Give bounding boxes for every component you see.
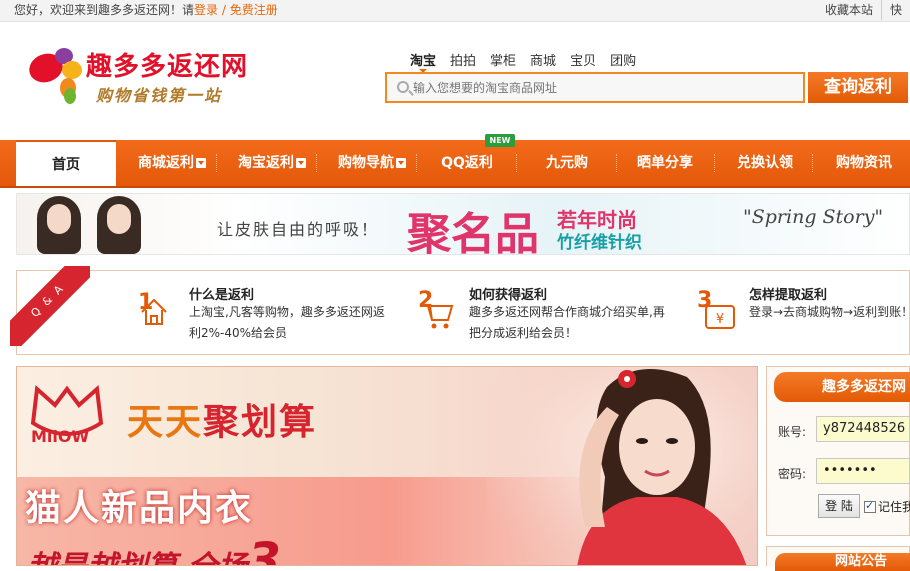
search-tab-taobao[interactable]: 淘宝 bbox=[410, 50, 436, 73]
site-logo[interactable]: 趣多多返还网 购物省钱第一站 bbox=[28, 44, 268, 108]
qa-number: 3 bbox=[697, 288, 713, 313]
banner-tagline: 让皮肤自由的呼吸！ bbox=[217, 220, 380, 239]
qa-ribbon: Q & A bbox=[10, 266, 90, 346]
link-separator: / bbox=[218, 3, 230, 17]
password-label: 密码: bbox=[778, 467, 807, 481]
search-tab-group[interactable]: 团购 bbox=[610, 50, 636, 69]
login-link[interactable]: 登录 bbox=[194, 3, 218, 17]
search-tab-paipai[interactable]: 拍拍 bbox=[450, 50, 476, 69]
new-badge: NEW bbox=[485, 134, 515, 147]
register-link[interactable]: 免费注册 bbox=[230, 3, 278, 17]
promo-banner[interactable]: MiiOW 天天聚划算 猫人新品内衣 越是越划算 全场3 bbox=[16, 366, 758, 566]
search-tabs: 淘宝 拍拍 掌柜 商城 宝贝 团购 bbox=[410, 50, 650, 73]
nav-divider bbox=[516, 154, 517, 172]
nav-divider bbox=[812, 154, 813, 172]
notice-panel: 网站公告 bbox=[766, 546, 910, 571]
nav-item-label: 晒单分享 bbox=[637, 155, 693, 171]
nav-divider bbox=[316, 154, 317, 172]
butterfly-logo-icon bbox=[29, 48, 82, 104]
search-icon bbox=[397, 81, 409, 93]
nav-item-home[interactable]: 首页 bbox=[16, 140, 116, 186]
qa-title: 如何获得返利 bbox=[469, 288, 548, 303]
promo-headline: 猫人新品内衣 bbox=[25, 488, 254, 529]
top-bar: 您好，欢迎来到趣多多返还网！请登录 / 免费注册 收藏本站快 bbox=[0, 0, 910, 22]
search-box bbox=[385, 72, 805, 103]
logo-title: 趣多多返还网 bbox=[86, 52, 249, 82]
remember-checkbox[interactable] bbox=[864, 499, 876, 513]
nav-item-taobao-rebate[interactable]: 淘宝返利 bbox=[228, 140, 316, 186]
notice-panel-title: 网站公告 bbox=[775, 553, 910, 571]
bookmark-link[interactable]: 收藏本站 bbox=[817, 0, 881, 20]
qa-title: 什么是返利 bbox=[189, 288, 255, 303]
promo-title-a: 天天 bbox=[127, 402, 204, 443]
qa-ribbon-label: Q & A bbox=[10, 266, 90, 346]
nav-item-share[interactable]: 晒单分享 bbox=[620, 140, 710, 186]
qa-description: 趣多多返还网帮合作商城介绍买单,再把分成返利给会员！ bbox=[469, 305, 665, 340]
quick-link[interactable]: 快 bbox=[880, 0, 910, 20]
nav-item-label: 首页 bbox=[52, 157, 80, 173]
search-input[interactable] bbox=[413, 78, 793, 98]
remember-label: 记住我 bbox=[878, 500, 910, 514]
nav-item-label: QQ返利 bbox=[441, 155, 493, 171]
nav-item-label: 商城返利 bbox=[138, 155, 194, 171]
nav-item-exchange[interactable]: 兑换认领 bbox=[720, 140, 810, 186]
qa-number: 1 bbox=[138, 290, 154, 315]
nav-item-news[interactable]: 购物资讯 bbox=[818, 140, 910, 186]
account-label: 账号: bbox=[778, 425, 807, 439]
search-tab-zhanggui[interactable]: 掌柜 bbox=[490, 50, 516, 69]
nav-item-shopping-guide[interactable]: 购物导航 bbox=[328, 140, 416, 186]
model-photo bbox=[89, 194, 149, 254]
nav-divider bbox=[616, 154, 617, 172]
login-panel-title: 趣多多返还网 bbox=[774, 372, 910, 402]
search-tab-item[interactable]: 宝贝 bbox=[570, 50, 596, 69]
nav-divider bbox=[216, 154, 217, 172]
greeting-text: 您好，欢迎来到趣多多返还网！请 bbox=[14, 3, 195, 17]
promo-title: 天天聚划算 bbox=[127, 393, 317, 445]
nav-divider bbox=[714, 154, 715, 172]
nav-item-label: 兑换认领 bbox=[737, 155, 793, 171]
promo-title-b: 聚划算 bbox=[203, 402, 318, 443]
promo-subline: 越是越划算 全场3 bbox=[27, 533, 281, 566]
top-bar-right: 收藏本站快 bbox=[817, 0, 910, 20]
nav-item-nine-yuan[interactable]: 九元购 bbox=[520, 140, 614, 186]
top-bar-left: 您好，欢迎来到趣多多返还网！请登录 / 免费注册 bbox=[14, 0, 278, 20]
banner-spring-text: "Spring Story" bbox=[743, 206, 884, 228]
promo-brand: MiiOW bbox=[31, 427, 90, 446]
logo-slogan: 购物省钱第一站 bbox=[96, 86, 223, 105]
nav-item-mall-rebate[interactable]: 商城返利 bbox=[128, 140, 216, 186]
nav-item-label: 九元购 bbox=[546, 155, 588, 171]
nav-divider bbox=[416, 154, 417, 172]
qa-description: 登录→去商城购物→返利到账！ bbox=[749, 305, 909, 319]
chevron-down-icon[interactable] bbox=[296, 158, 306, 168]
model-photo bbox=[29, 194, 89, 254]
ad-banner[interactable]: 让皮肤自由的呼吸！ 聚名品 若年时尚 竹纤维针织 "Spring Story" bbox=[16, 193, 910, 255]
model-photo bbox=[487, 367, 757, 565]
promo-subline-text: 越是越划算 全场 bbox=[27, 550, 247, 565]
account-field[interactable]: y872448526 bbox=[816, 416, 910, 442]
banner-headline: 聚名品 bbox=[407, 209, 539, 255]
qa-description: 上淘宝,凡客等购物，趣多多返还网返利2%-40%给会员 bbox=[189, 305, 385, 340]
nav-item-label: 购物导航 bbox=[338, 155, 394, 171]
search-tab-mall[interactable]: 商城 bbox=[530, 50, 556, 69]
svg-text:¥: ¥ bbox=[716, 312, 724, 327]
qa-number: 2 bbox=[418, 288, 434, 313]
banner-subtitle-2: 竹纤维针织 bbox=[557, 233, 642, 253]
chevron-down-icon[interactable] bbox=[196, 158, 206, 168]
chevron-down-icon[interactable] bbox=[396, 158, 406, 168]
search-rebate-button[interactable]: 查询返利 bbox=[808, 72, 908, 103]
login-button[interactable]: 登 陆 bbox=[818, 494, 860, 518]
qa-title: 怎样提取返利 bbox=[749, 288, 828, 303]
nav-item-label: 淘宝返利 bbox=[238, 155, 294, 171]
main-nav: 首页 商城返利 淘宝返利 购物导航 QQ返利 九元购 晒单分享 兑换认领 购物资… bbox=[0, 140, 910, 188]
remember-me[interactable]: 记住我 bbox=[864, 498, 910, 515]
password-field[interactable]: ••••••• bbox=[816, 458, 910, 484]
nav-item-label: 购物资讯 bbox=[836, 155, 892, 171]
promo-digit: 3 bbox=[247, 533, 281, 566]
